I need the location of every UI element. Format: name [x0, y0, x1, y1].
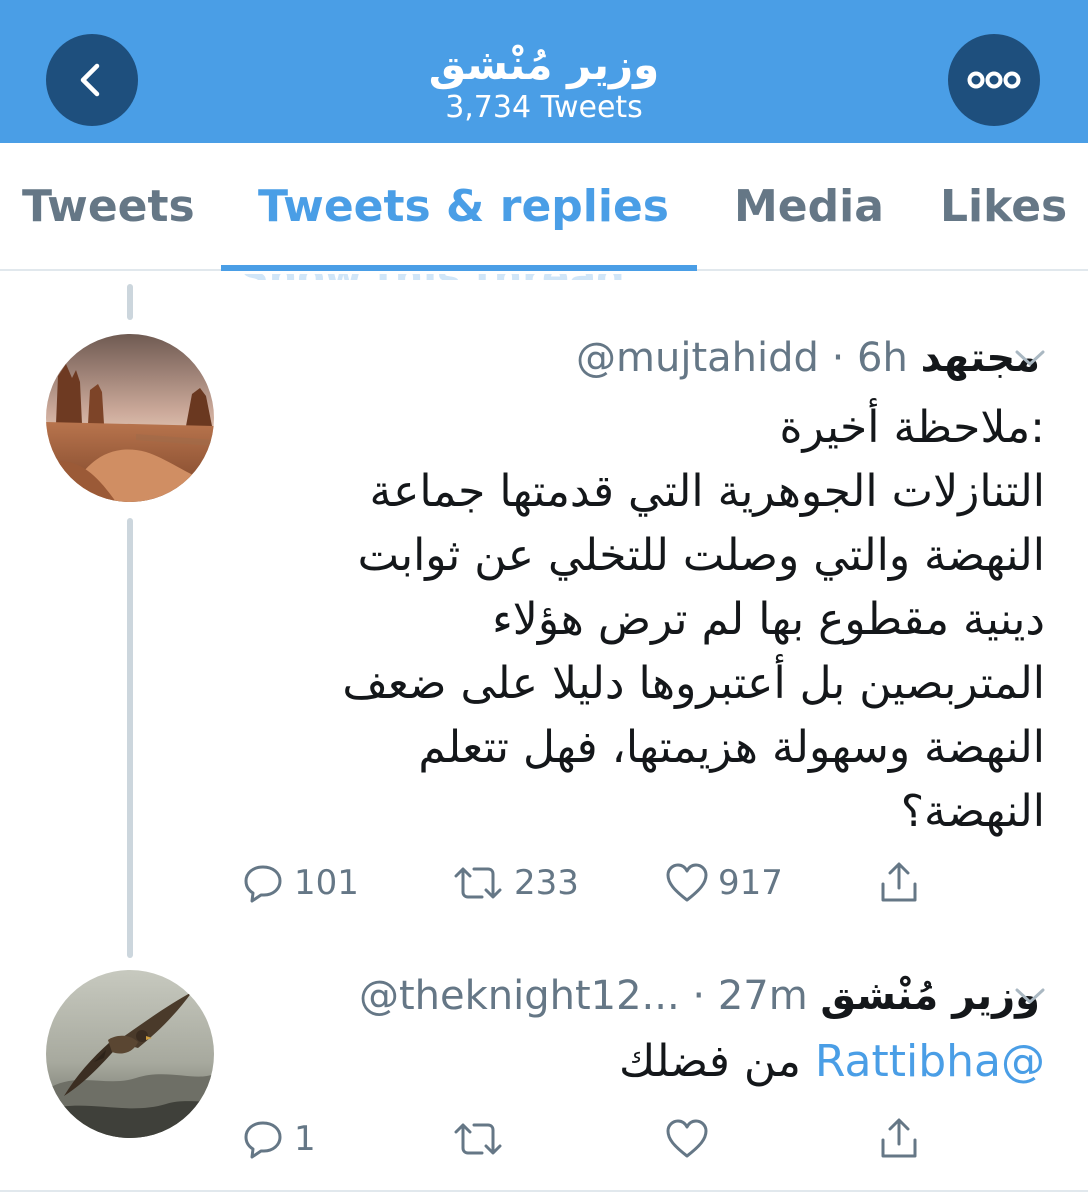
- profile-header: وزير مُنْشق 3,734 Tweets: [0, 0, 1088, 143]
- retweet-button[interactable]: [450, 1114, 506, 1164]
- tweet-text-line: من فضلك: [619, 1036, 801, 1087]
- profile-name: وزير مُنْشق: [428, 40, 660, 89]
- retweet-icon: [454, 1123, 502, 1155]
- retweet-button[interactable]: 233: [450, 858, 579, 908]
- reply-button[interactable]: 101: [240, 858, 359, 908]
- tweet-text: :ملاحظة أخيرة التنازلات الجوهرية التي قد…: [230, 396, 1045, 844]
- chevron-down-icon[interactable]: [1014, 984, 1046, 1008]
- author-handle-time[interactable]: @mujtahidd · 6h: [576, 335, 908, 381]
- reply-icon: [244, 1121, 282, 1159]
- tweet-text-line: دينية مقطوع بها لم ترض هؤلاء: [492, 594, 1045, 645]
- share-button[interactable]: [876, 858, 922, 908]
- heart-icon: [666, 1119, 708, 1158]
- tweet-text-line: :ملاحظة أخيرة: [779, 402, 1045, 453]
- reply-count: 101: [294, 863, 359, 903]
- tweet-actions: 101 233 917: [240, 858, 940, 908]
- tweet-text-line: النهضة؟: [900, 786, 1045, 837]
- avatar[interactable]: [46, 334, 214, 502]
- mention-link[interactable]: @Rattibha: [815, 1036, 1045, 1087]
- tab-tweets-and-replies[interactable]: Tweets & replies: [258, 179, 669, 235]
- profile-tabs: Tweets Tweets & replies Media Likes: [0, 143, 1088, 271]
- like-button[interactable]: [664, 1114, 710, 1164]
- active-tab-indicator: [221, 265, 697, 271]
- tweet-header: وزير مُنْشق @theknight12... · 27m: [240, 968, 1040, 1024]
- tweet-text-line: المتربصين بل أعتبروها دليلا على ضعف: [342, 658, 1045, 709]
- share-icon: [881, 1118, 917, 1158]
- retweet-icon: [454, 867, 502, 899]
- tab-likes[interactable]: Likes: [940, 179, 1067, 235]
- share-button[interactable]: [876, 1114, 922, 1164]
- reply-button[interactable]: 1: [240, 1114, 316, 1164]
- like-button[interactable]: 917: [664, 858, 783, 908]
- more-button[interactable]: [948, 34, 1040, 126]
- falcon-image: [46, 970, 214, 1138]
- divider: [0, 1190, 1088, 1192]
- like-count: 917: [718, 863, 783, 903]
- tweet-text-line: النهضة وسهولة هزيمتها، فهل تتعلم: [418, 722, 1045, 773]
- tweet-text: @Rattibha من فضلك: [230, 1030, 1045, 1094]
- tweet-header: مجتهد @mujtahidd · 6h: [240, 330, 1040, 386]
- tweet-count: 3,734 Tweets: [445, 90, 643, 125]
- author-name[interactable]: وزير مُنْشق: [820, 973, 1040, 1019]
- tweet-actions: 1: [240, 1114, 940, 1164]
- retweet-count: 233: [514, 863, 579, 903]
- reply-count: 1: [294, 1119, 316, 1159]
- author-handle-time[interactable]: @theknight12... · 27m: [359, 973, 808, 1019]
- thread-line: [127, 518, 133, 958]
- tweet-text-line: التنازلات الجوهرية التي قدمتها جماعة: [369, 466, 1045, 517]
- show-thread-link[interactable]: Show this thread: [240, 274, 625, 280]
- desert-landscape-image: [46, 334, 214, 502]
- reply-icon: [244, 865, 282, 903]
- share-icon: [881, 862, 917, 902]
- tweet-text-line: النهضة والتي وصلت للتخلي عن ثوابت: [357, 530, 1045, 581]
- more-dots-icon: [967, 71, 1021, 89]
- heart-icon: [666, 863, 708, 902]
- tab-tweets[interactable]: Tweets: [22, 179, 195, 235]
- avatar[interactable]: [46, 970, 214, 1138]
- chevron-down-icon[interactable]: [1014, 346, 1046, 370]
- tab-media[interactable]: Media: [734, 179, 884, 235]
- thread-line-top: [127, 284, 133, 320]
